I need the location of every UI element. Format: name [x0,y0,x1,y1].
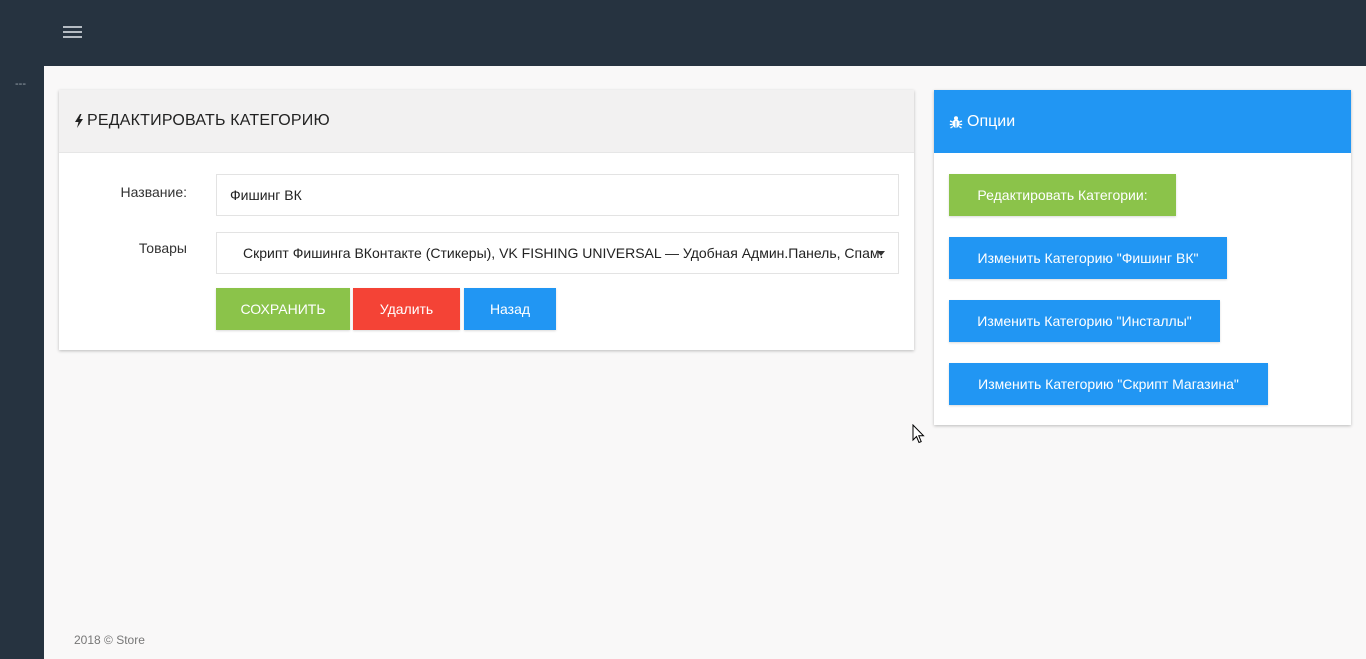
bug-icon [949,115,963,129]
caret-down-icon [877,251,885,256]
bolt-icon [75,114,83,128]
top-bar [0,0,1366,66]
edit-category-shop-script-button[interactable]: Изменить Категорию "Скрипт Магазина" [949,363,1268,405]
footer-copyright: 2018 © Store [74,633,145,647]
options-card-header: Опции [934,90,1351,153]
options-card: Опции Редактировать Категории: Изменить … [934,90,1351,425]
name-label: Название: [120,184,187,200]
edit-category-installs-button[interactable]: Изменить Категорию "Инсталлы" [949,300,1220,342]
sidebar-collapsed-label[interactable]: --- [15,79,26,90]
edit-card-header: РЕДАКТИРОВАТЬ КАТЕГОРИЮ [59,90,914,153]
edit-category-card: РЕДАКТИРОВАТЬ КАТЕГОРИЮ Название: Товары… [59,90,914,350]
name-input[interactable] [216,174,899,216]
products-select[interactable]: Скрипт Фишинга ВКонтакте (Стикеры), VK F… [216,232,899,274]
sidebar: --- [0,66,44,659]
back-button[interactable]: Назад [464,288,556,330]
save-button[interactable]: СОХРАНИТЬ [216,288,350,330]
options-title: Опции [967,112,1016,130]
edit-categories-button[interactable]: Редактировать Категории: [949,174,1176,216]
products-selected-value: Скрипт Фишинга ВКонтакте (Стикеры), VK F… [243,245,884,261]
delete-button[interactable]: Удалить [353,288,460,330]
page-title: РЕДАКТИРОВАТЬ КАТЕГОРИЮ [87,112,330,129]
products-label: Товары [138,240,187,256]
edit-category-phishing-vk-button[interactable]: Изменить Категорию "Фишинг ВК" [949,237,1227,279]
mouse-cursor-icon [912,424,925,444]
hamburger-menu-icon[interactable] [63,26,82,39]
